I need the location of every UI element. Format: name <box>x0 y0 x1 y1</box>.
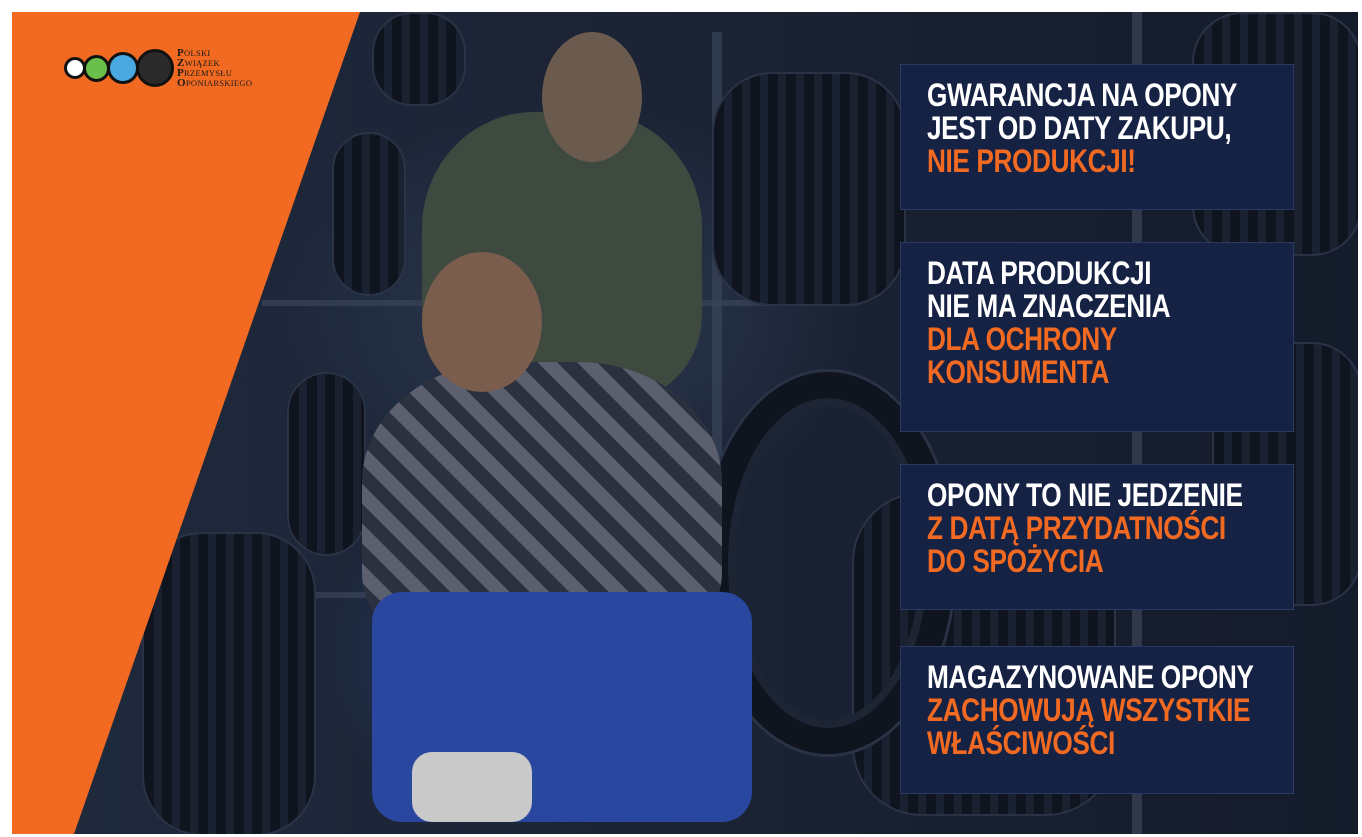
panel-highlight-text: DO SPOŻYCIA <box>927 543 1104 579</box>
logo-dot-dark <box>136 49 174 87</box>
panel-highlight-text: ZACHOWUJĄ WSZYSTKIE <box>927 692 1251 728</box>
fact-panel-storage: MAGAZYNOWANE OPONY ZACHOWUJĄ WSZYSTKIE W… <box>900 646 1294 794</box>
infographic: POLSKI ZWIĄZEK PRZEMYSŁU OPONIARSKIEGO G… <box>12 12 1358 834</box>
logo-line: OPONIARSKIEGO <box>177 77 253 89</box>
panel-text: DATA PRODUKCJI <box>927 255 1152 291</box>
logo-dot-green <box>83 54 110 82</box>
fact-panel-not-food: OPONY TO NIE JEDZENIE Z DATĄ PRZYDATNOŚC… <box>900 464 1294 610</box>
panel-highlight-text: KONSUMENTA <box>927 354 1110 390</box>
logo-dots <box>64 49 174 87</box>
panel-highlight-text: Z DATĄ PRZYDATNOŚCI <box>927 510 1226 546</box>
fact-panel-production-date: DATA PRODUKCJI NIE MA ZNACZENIA DLA OCHR… <box>900 242 1294 432</box>
logo-dot-blue <box>107 52 139 84</box>
logo-line: PRZEMYSŁU <box>177 67 233 79</box>
panel-highlight-text: DLA OCHRONY <box>927 321 1117 357</box>
panel-text: MAGAZYNOWANE OPONY <box>927 659 1254 695</box>
pzpo-logo: POLSKI ZWIĄZEK PRZEMYSŁU OPONIARSKIEGO <box>64 47 253 89</box>
logo-wordmark: POLSKI ZWIĄZEK PRZEMYSŁU OPONIARSKIEGO <box>177 47 253 89</box>
panel-text: OPONY TO NIE JEDZENIE <box>927 477 1243 513</box>
panel-text: NIE MA ZNACZENIA <box>927 288 1171 324</box>
panel-text: GWARANCJA NA OPONY <box>927 77 1237 113</box>
panel-highlight-text: NIE PRODUKCJI! <box>927 143 1136 179</box>
panel-text: JEST OD DATY ZAKUPU, <box>927 110 1232 146</box>
logo-line: POLSKI <box>177 47 211 59</box>
orange-wedge-shape <box>12 12 360 834</box>
logo-line: ZWIĄZEK <box>177 57 220 69</box>
fact-panel-warranty: GWARANCJA NA OPONY JEST OD DATY ZAKUPU, … <box>900 64 1294 210</box>
panel-highlight-text: WŁAŚCIWOŚCI <box>927 725 1115 761</box>
